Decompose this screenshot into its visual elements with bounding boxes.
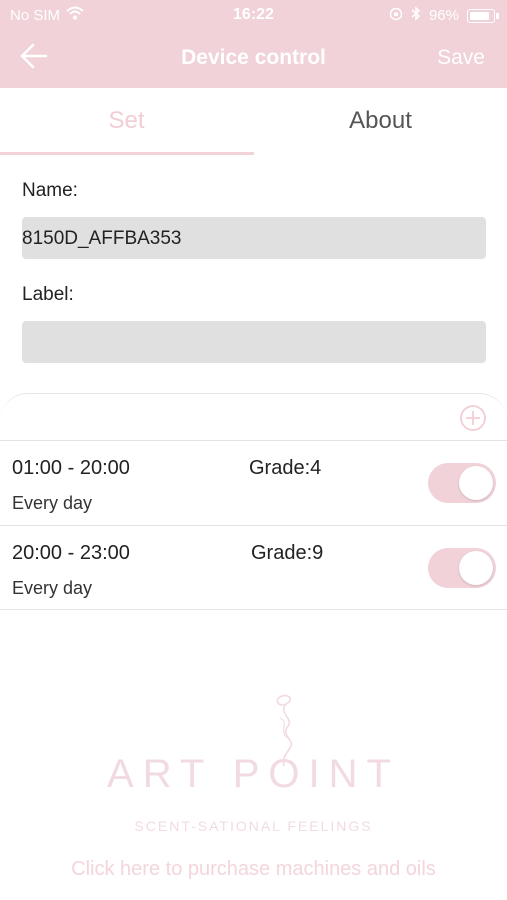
battery-percent: 96% <box>428 7 459 24</box>
schedule-grade: Grade:4 <box>249 457 322 479</box>
brand-tagline: SCENT-SATIONAL FEELINGS <box>134 818 373 834</box>
divider <box>0 609 507 610</box>
schedule-toggle[interactable] <box>428 548 496 588</box>
schedule-time: 01:00 - 20:00 <box>12 457 130 479</box>
toggle-knob <box>459 466 493 500</box>
add-schedule-button[interactable] <box>459 404 487 432</box>
top-bar: No SIM 16:22 96% Device control Save <box>0 0 507 88</box>
name-value: 8150D_AFFBA353 <box>22 228 182 249</box>
battery-icon <box>467 8 499 23</box>
name-label: Name: <box>22 180 78 201</box>
page-title: Device control <box>181 46 326 69</box>
label-field[interactable] <box>22 321 486 363</box>
label-label: Label: <box>22 284 74 305</box>
status-bar: No SIM 16:22 96% <box>0 0 507 30</box>
active-tab-indicator <box>0 152 254 155</box>
tab-set[interactable]: Set <box>0 88 253 154</box>
schedule-grade: Grade:9 <box>251 542 324 564</box>
orientation-lock-icon <box>389 7 403 25</box>
toggle-knob <box>459 551 493 585</box>
bluetooth-icon <box>411 6 421 25</box>
schedule-row[interactable]: 01:00 - 20:00 Grade:4 Every day <box>0 441 507 525</box>
schedule-repeat: Every day <box>12 578 93 598</box>
schedule-row[interactable]: 20:00 - 23:00 Grade:9 Every day <box>0 526 507 610</box>
purchase-link[interactable]: Click here to purchase machines and oils <box>0 858 507 881</box>
save-button[interactable]: Save <box>437 46 485 70</box>
tab-bar: Set About <box>0 88 507 156</box>
schedule-toggle[interactable] <box>428 463 496 503</box>
plus-circle-icon <box>460 405 486 431</box>
brand-name: ART POINT <box>107 752 400 796</box>
schedule-time: 20:00 - 23:00 <box>12 542 130 564</box>
tab-about[interactable]: About <box>254 88 507 154</box>
schedule-repeat: Every day <box>12 493 93 513</box>
navigation-bar: Device control Save <box>0 30 507 88</box>
